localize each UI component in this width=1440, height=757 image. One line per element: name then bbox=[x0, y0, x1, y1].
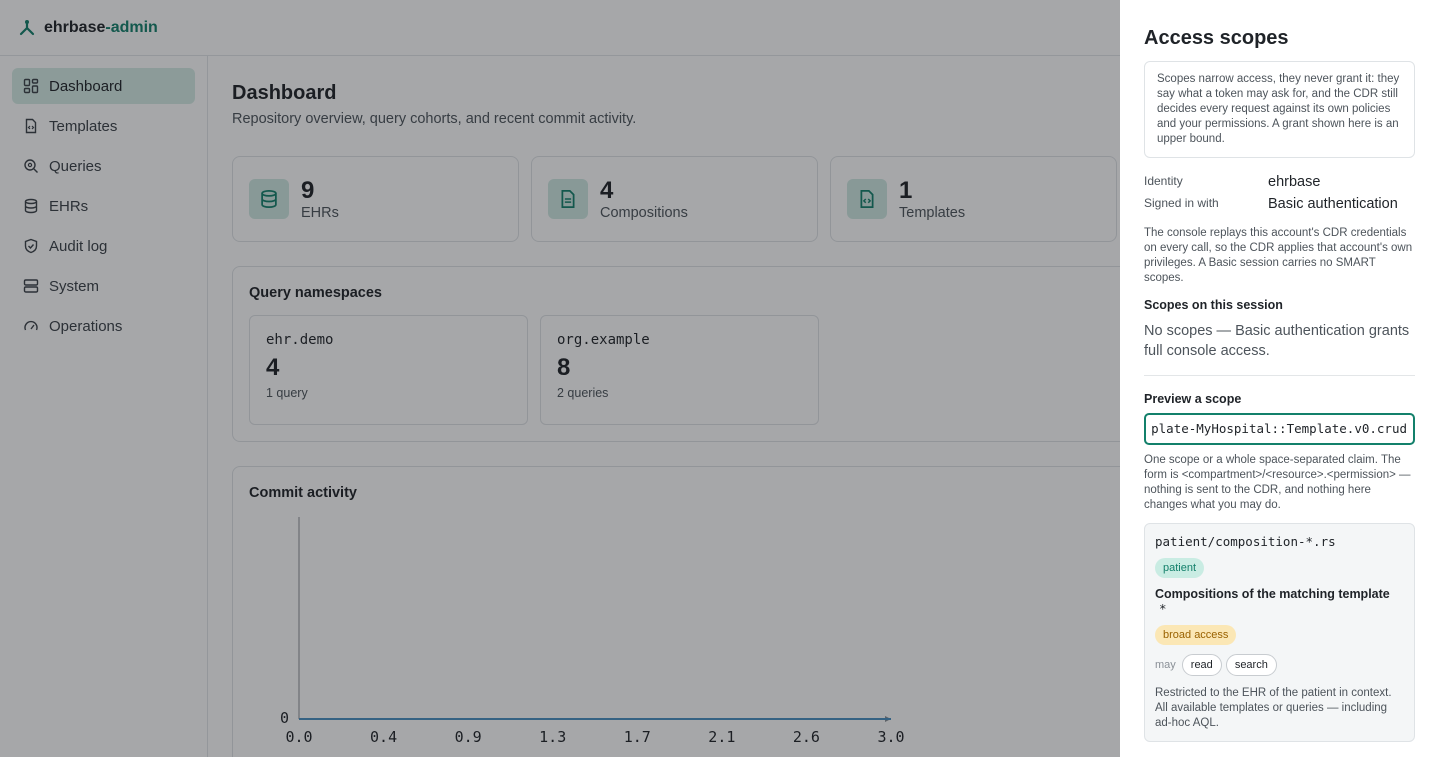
scope-preview-value: plate-MyHospital::Template.v0.crud bbox=[1151, 421, 1407, 436]
resource-description: Compositions of the matching template bbox=[1155, 587, 1390, 601]
divider bbox=[1144, 375, 1415, 376]
permission-chip-search: search bbox=[1225, 654, 1277, 676]
access-scopes-panel: Access scopes Scopes narrow access, they… bbox=[1120, 0, 1440, 757]
scope-preview-result: patient/composition-*.rs patient Composi… bbox=[1144, 523, 1415, 742]
permission-chip-read: read bbox=[1181, 654, 1222, 676]
identity-label: Identity bbox=[1144, 174, 1183, 188]
access-level-badge: broad access bbox=[1155, 625, 1237, 645]
permissions-row: may read search bbox=[1155, 654, 1404, 676]
signin-label: Signed in with bbox=[1144, 196, 1219, 210]
may-label: may bbox=[1155, 659, 1176, 671]
credential-replay-note: The console replays this account's CDR c… bbox=[1144, 227, 1413, 284]
preview-scope-heading: Preview a scope bbox=[1144, 392, 1242, 406]
scope-preview-help: One scope or a whole space-separated cla… bbox=[1144, 454, 1411, 511]
resource-wildcard: * bbox=[1159, 601, 1167, 616]
session-scopes-heading: Scopes on this session bbox=[1144, 298, 1283, 312]
signin-row: Signed in with Basic authentication bbox=[1144, 196, 1415, 212]
identity-value: ehrbase bbox=[1268, 174, 1321, 190]
panel-title: Access scopes bbox=[1144, 27, 1289, 49]
compartment-badge: patient bbox=[1155, 558, 1205, 578]
scopes-info-note: Scopes narrow access, they never grant i… bbox=[1144, 61, 1415, 158]
signin-value: Basic authentication bbox=[1268, 196, 1398, 212]
scope-explanation: Restricted to the EHR of the patient in … bbox=[1155, 687, 1392, 729]
scope-preview-input[interactable]: plate-MyHospital::Template.v0.crud bbox=[1144, 413, 1415, 445]
session-scopes-text: No scopes — Basic authentication grants … bbox=[1144, 323, 1410, 359]
identity-row: Identity ehrbase bbox=[1144, 174, 1415, 190]
scope-string: patient/composition-*.rs bbox=[1155, 534, 1336, 549]
resource-row: Compositions of the matching template * bbox=[1155, 587, 1404, 616]
